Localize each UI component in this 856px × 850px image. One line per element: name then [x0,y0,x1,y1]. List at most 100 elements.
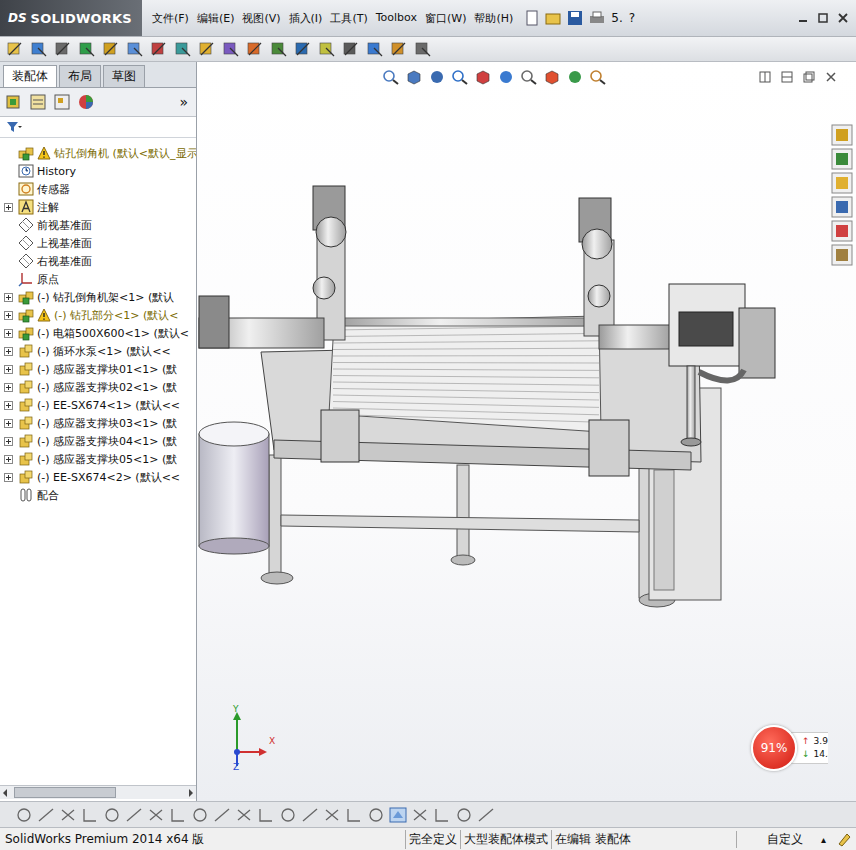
task-pane-icon[interactable] [831,244,853,266]
view-tool-icon[interactable] [543,69,561,85]
expand-toggle[interactable] [4,311,13,320]
more-button[interactable]: » [179,94,192,110]
close-view-icon[interactable] [824,70,838,84]
network-percent[interactable]: 91% [751,725,797,771]
sketch-tool-icon[interactable] [124,806,144,824]
sketch-tool-icon[interactable] [36,806,56,824]
sketch-tool-icon[interactable] [102,806,122,824]
expand-toggle[interactable] [4,203,13,212]
tree-item[interactable]: (-) 感应器支撑块04<1> (默 [0,432,196,450]
print-icon[interactable] [589,10,605,26]
expand-toggle[interactable] [4,293,13,302]
panel-tab[interactable]: 布局 [59,65,101,87]
tree-item[interactable]: (-) 循环水泵<1> (默认<< [0,342,196,360]
sketch-tool-icon[interactable] [146,806,166,824]
tree-item[interactable]: (-) EE-SX674<2> (默认<< [0,468,196,486]
tool-icon[interactable] [294,40,312,58]
task-pane-icon[interactable] [831,220,853,242]
tool-icon[interactable] [174,40,192,58]
tree-item[interactable]: 传感器 [0,180,196,198]
sketch-tool-icon[interactable] [212,806,232,824]
display-icon[interactable] [76,92,96,112]
tool-icon[interactable] [6,40,24,58]
tree-item[interactable]: (-) 感应器支撑块05<1> (默 [0,450,196,468]
tool-icon[interactable] [366,40,384,58]
horizontal-scrollbar[interactable] [0,785,196,799]
expand-toggle[interactable] [4,401,13,410]
tool-icon[interactable] [246,40,264,58]
tree-item[interactable]: 注解 [0,198,196,216]
view-tool-icon[interactable] [405,69,423,85]
tile-icon[interactable] [758,70,772,84]
tool-icon[interactable] [198,40,216,58]
tool-icon[interactable] [78,40,96,58]
tree-item[interactable]: 配合 [0,486,196,504]
sketch-tool-icon[interactable] [14,806,34,824]
tool-icon[interactable] [150,40,168,58]
expand-toggle[interactable] [4,347,13,356]
open-icon[interactable] [545,10,561,26]
help-button[interactable]: ? [629,11,635,25]
close-icon[interactable] [836,11,850,25]
view-tool-icon[interactable] [520,69,538,85]
sketch-tool-icon[interactable] [58,806,78,824]
sketch-tool-icon[interactable] [476,806,496,824]
menu-item[interactable]: Toolbox [374,9,419,28]
menu-item[interactable]: 插入(I) [287,9,325,28]
menu-item[interactable]: 编辑(E) [195,9,237,28]
property-icon[interactable] [28,92,48,112]
sketch-tool-icon[interactable] [410,806,430,824]
restore-icon[interactable] [816,11,830,25]
view-tool-icon[interactable] [382,69,400,85]
tool-icon[interactable] [126,40,144,58]
rebuild-icon[interactable] [836,831,852,847]
tool-icon[interactable] [30,40,48,58]
menu-item[interactable]: 视图(V) [240,9,282,28]
tool-icon[interactable] [414,40,432,58]
task-pane-icon[interactable] [831,196,853,218]
tool-icon[interactable] [318,40,336,58]
view-tool-icon[interactable] [428,69,446,85]
network-widget[interactable]: 91% ↑3.9K/s ↓14.4K/s [751,725,828,771]
scroll-thumb[interactable] [14,787,116,798]
task-pane-icon[interactable] [831,124,853,146]
sketch-tool-icon[interactable] [80,806,100,824]
sketch-tool-icon[interactable] [256,806,276,824]
menu-item[interactable]: 文件(F) [150,9,191,28]
sketch-tool-icon[interactable] [168,806,188,824]
expand-toggle[interactable] [4,383,13,392]
tree-item[interactable]: (-) 感应器支撑块03<1> (默 [0,414,196,432]
sketch-tool-icon[interactable] [300,806,320,824]
tool-icon[interactable] [270,40,288,58]
tree-item[interactable]: (-) EE-SX674<1> (默认<< [0,396,196,414]
tree-item[interactable]: (-) 钻孔倒角机架<1> (默认 [0,288,196,306]
expand-toggle[interactable] [4,473,13,482]
config-icon[interactable] [52,92,72,112]
status-custom[interactable]: 自定义▴ [736,831,836,848]
tree-item[interactable]: 右视基准面 [0,252,196,270]
expand-toggle[interactable] [4,437,13,446]
tree-item[interactable]: 钻孔倒角机 (默认<默认_显示 [0,144,196,162]
tree-item[interactable]: 前视基准面 [0,216,196,234]
task-pane-icon[interactable] [831,148,853,170]
view-tool-icon[interactable] [566,69,584,85]
new-icon[interactable] [525,10,539,26]
tree-item[interactable]: History [0,162,196,180]
tree-item[interactable]: (-) 钻孔部分<1> (默认< [0,306,196,324]
assembly-model[interactable] [197,62,827,799]
minimize-icon[interactable] [796,11,810,25]
sketch-tool-icon[interactable] [366,806,386,824]
expand-toggle[interactable] [4,455,13,464]
menu-item[interactable]: 帮助(H) [472,9,515,28]
sketch-tool-icon[interactable] [278,806,298,824]
feature-tree-icon[interactable] [4,92,24,112]
sketch-tool-icon[interactable] [344,806,364,824]
sketch-tool-icon[interactable] [454,806,474,824]
sketch-tool-icon[interactable] [388,806,408,824]
menu-item[interactable]: 工具(T) [328,9,369,28]
scroll-right-icon[interactable] [186,787,196,799]
tool-icon[interactable] [342,40,360,58]
restore-view-icon[interactable] [802,70,816,84]
expand-toggle[interactable] [4,419,13,428]
menu-item[interactable]: 窗口(W) [423,9,468,28]
